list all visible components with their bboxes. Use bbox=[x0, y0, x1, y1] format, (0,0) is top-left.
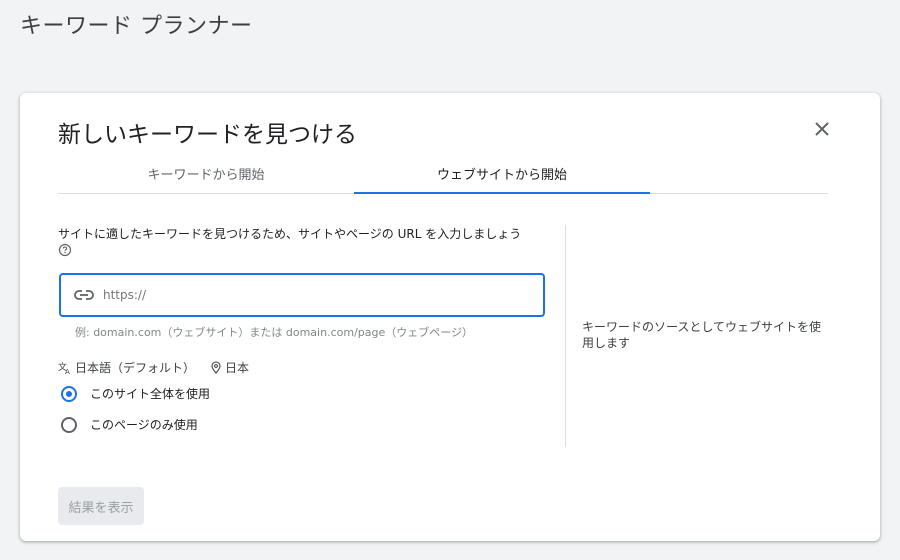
radio-page-only-label: このページのみ使用 bbox=[90, 418, 198, 432]
url-input-field[interactable] bbox=[59, 273, 545, 317]
instruction-text: サイトに適したキーワードを見つけるため、サイトやページの URL を入力しましょ… bbox=[58, 225, 558, 262]
svg-text:A: A bbox=[65, 368, 70, 375]
website-input-pane: サイトに適したキーワードを見つけるため、サイトやページの URL を入力しましょ… bbox=[58, 225, 558, 447]
radio-entire-site-label: このサイト全体を使用 bbox=[90, 387, 211, 401]
help-circle-icon[interactable] bbox=[58, 243, 72, 262]
radio-button-unselected[interactable] bbox=[61, 416, 77, 433]
location-pin-icon bbox=[211, 361, 221, 374]
language-location-row: 文 A 日本語（デフォルト） 日本 bbox=[58, 359, 249, 376]
radio-page-only[interactable]: このページのみ使用 bbox=[61, 416, 198, 433]
location-label[interactable]: 日本 bbox=[225, 359, 249, 376]
show-results-button[interactable]: 結果を表示 bbox=[58, 487, 144, 525]
find-keywords-dialog: 新しいキーワードを見つける キーワードから開始 ウェブサイトから開始 サイトに適… bbox=[20, 93, 880, 541]
radio-button-selected[interactable] bbox=[61, 385, 77, 402]
pane-divider bbox=[565, 225, 566, 447]
tab-start-with-keywords[interactable]: キーワードから開始 bbox=[58, 153, 354, 193]
language-label[interactable]: 日本語（デフォルト） bbox=[75, 359, 195, 376]
dialog-title: 新しいキーワードを見つける bbox=[58, 122, 357, 148]
close-button[interactable] bbox=[810, 117, 834, 141]
page-title: キーワード プランナー bbox=[20, 14, 253, 39]
link-icon bbox=[73, 284, 95, 306]
radio-entire-site[interactable]: このサイト全体を使用 bbox=[61, 385, 210, 402]
close-icon bbox=[815, 122, 829, 136]
instruction-label: サイトに適したキーワードを見つけるため、サイトやページの URL を入力しましょ… bbox=[58, 227, 522, 241]
translate-icon: 文 A bbox=[58, 361, 72, 375]
url-input[interactable] bbox=[101, 287, 525, 303]
url-example-hint: 例: domain.com（ウェブサイト）または domain.com/page… bbox=[75, 326, 474, 339]
side-description: キーワードのソースとしてウェブサイトを使用します bbox=[582, 320, 822, 350]
tab-bar: キーワードから開始 ウェブサイトから開始 bbox=[58, 153, 828, 194]
tab-start-with-website[interactable]: ウェブサイトから開始 bbox=[354, 153, 650, 194]
